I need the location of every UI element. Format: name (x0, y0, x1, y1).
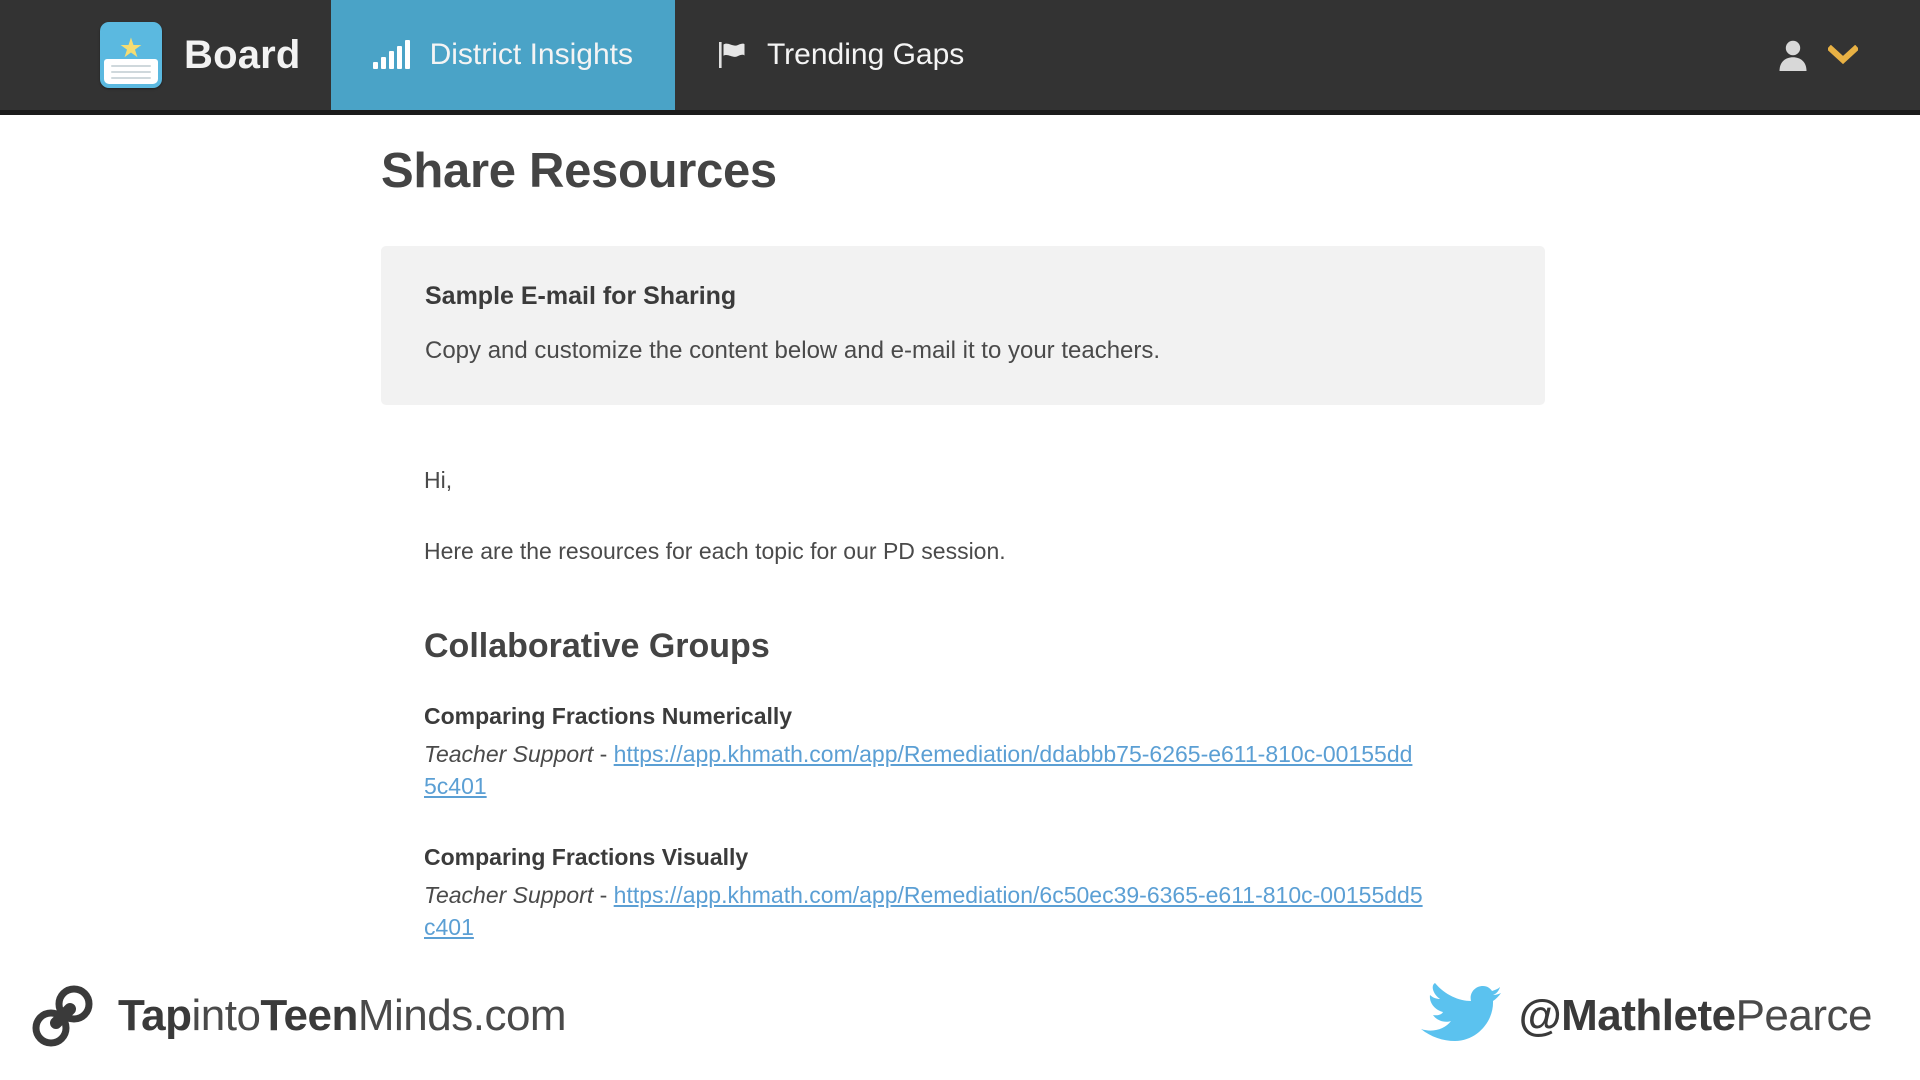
page-title: Share Resources (381, 144, 777, 198)
chevron-down-icon (1828, 45, 1858, 65)
email-intro: Here are the resources for each topic fo… (424, 538, 1006, 564)
page-footer: TapintoTeenMinds.com @MathletePearce (0, 952, 1920, 1080)
callout-description: Copy and customize the content below and… (425, 337, 1161, 364)
tab-trending-gaps[interactable]: Trending Gaps (675, 0, 1006, 110)
flag-icon (717, 40, 747, 70)
user-menu-button[interactable] (1776, 0, 1920, 110)
topic-resource-line: Teacher Support - https://app.khmath.com… (424, 880, 1424, 943)
book-star-icon: ★ (100, 22, 162, 88)
twitter-branding[interactable]: @MathletePearce (1415, 983, 1873, 1049)
site-branding[interactable]: TapintoTeenMinds.com (30, 983, 567, 1049)
topic-resource-label: Teacher Support (424, 882, 594, 909)
twitter-bird-icon (1415, 983, 1501, 1049)
callout-title: Sample E-mail for Sharing (425, 282, 737, 310)
user-icon (1776, 38, 1810, 72)
page-content: Share Resources Sample E-mail for Sharin… (0, 115, 1920, 944)
wordmark-part-2: into (191, 991, 261, 1040)
bar-chart-icon (372, 40, 410, 69)
topic-name: Comparing Fractions Visually (424, 844, 749, 871)
brand-label: Board (184, 32, 301, 77)
topic-item: Comparing Fractions Visually Teacher Sup… (424, 844, 1860, 943)
handle-part-1: @Mathlete (1518, 991, 1736, 1040)
tab-trending-gaps-label: Trending Gaps (766, 38, 965, 71)
topic-name: Comparing Fractions Numerically (424, 703, 793, 729)
wordmark-part-1: Tap (118, 991, 192, 1040)
topic-resource-line: Teacher Support - https://app.khmath.com… (424, 739, 1424, 802)
topic-item: Comparing Fractions Numerically Teacher … (424, 703, 1860, 802)
wordmark-part-4: Minds.com (357, 991, 567, 1040)
email-greeting: Hi, (424, 467, 453, 493)
topic-separator: - (593, 741, 614, 767)
email-body: Hi, Here are the resources for each topi… (381, 467, 1860, 944)
nav-tab-list: District Insights Trending Gaps (330, 0, 1007, 110)
wordmark-part-3: Teen (260, 991, 358, 1040)
twitter-handle: @MathletePearce (1518, 991, 1873, 1041)
handle-part-2: Pearce (1735, 991, 1873, 1040)
tab-district-insights[interactable]: District Insights (330, 0, 675, 110)
section-heading-collaborative-groups: Collaborative Groups (424, 627, 770, 665)
book-pages (104, 59, 158, 84)
sample-email-callout: Sample E-mail for Sharing Copy and custo… (381, 246, 1545, 405)
brand-home-link[interactable]: ★ Board (0, 0, 331, 110)
topic-resource-label: Teacher Support (424, 741, 594, 767)
topic-separator: - (593, 882, 614, 909)
tab-district-insights-label: District Insights (429, 38, 633, 71)
chain-link-icon (30, 983, 96, 1049)
star-glyph: ★ (118, 33, 144, 63)
site-wordmark: TapintoTeenMinds.com (118, 991, 567, 1041)
top-navbar: ★ Board District Insights Trending Gaps (0, 0, 1920, 115)
